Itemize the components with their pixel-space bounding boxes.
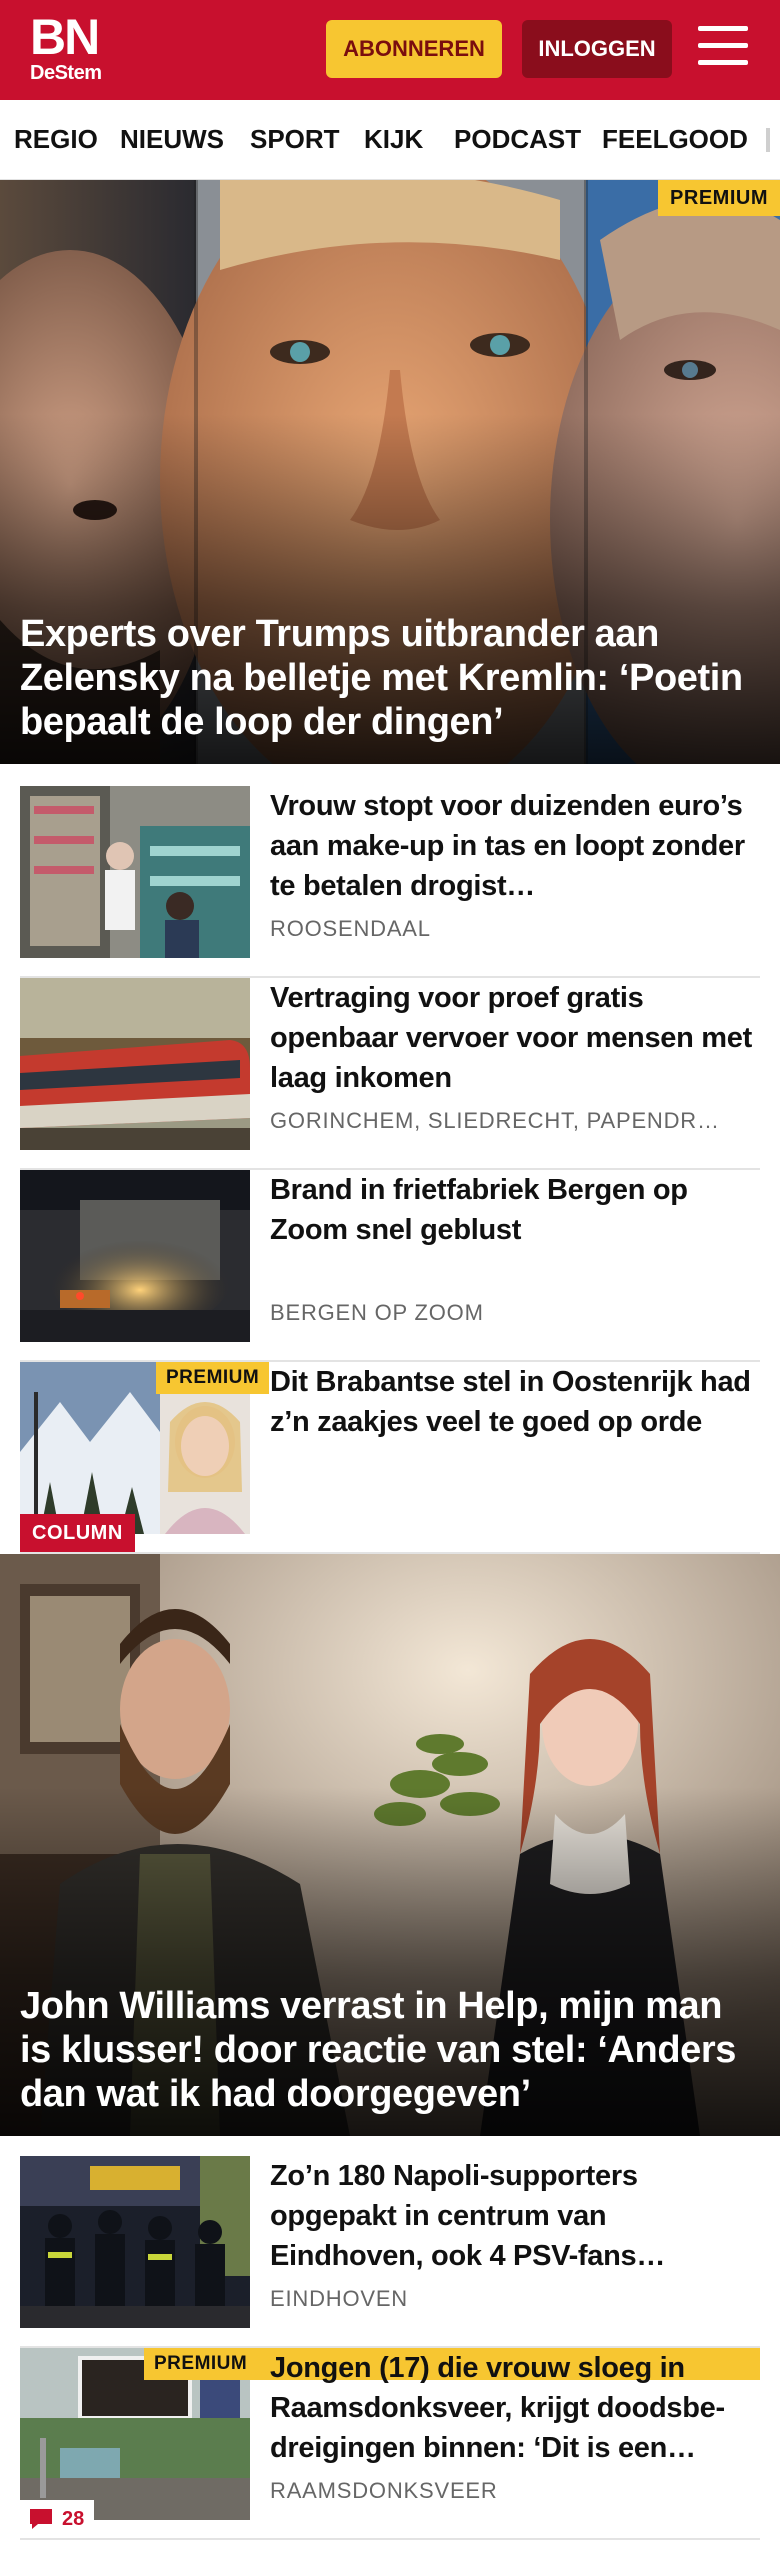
- list-item[interactable]: PREMIUM COLUMN Dit Brabantse stel in Oos…: [20, 1362, 760, 1554]
- nav-item-podcast[interactable]: PODCAST: [454, 100, 581, 179]
- nav-item-nieuws[interactable]: NIEUWS: [120, 100, 224, 179]
- comment-count: 28: [62, 2508, 85, 2530]
- article-title[interactable]: Vertraging voor proef gratis openbaar ve…: [270, 978, 760, 1098]
- login-button[interactable]: INLOGGEN: [522, 20, 672, 78]
- premium-badge: PREMIUM: [156, 1362, 270, 1394]
- nav-item-kijk[interactable]: KIJK: [364, 100, 423, 179]
- site-header: BN DeStem ABONNEREN INLOGGEN: [0, 0, 780, 100]
- section-nav: REGIO NIEUWS SPORT KIJK PODCAST FEELGOOD: [0, 100, 780, 180]
- article-location: RAAMSDONKSVEER: [270, 2478, 498, 2503]
- hero-article-video[interactable]: John Williams verrast in Help, mijn man …: [0, 1554, 780, 2136]
- article-thumbnail: [20, 2156, 250, 2328]
- nav-item-feelgood[interactable]: FEELGOOD: [602, 100, 748, 179]
- article-thumbnail: [20, 978, 250, 1150]
- article-title[interactable]: Zo’n 180 Napoli-supporters opgepakt in c…: [270, 2156, 760, 2276]
- column-badge: COLUMN: [20, 1514, 135, 1552]
- list-item[interactable]: Zo’n 180 Napoli-supporters opgepakt in c…: [20, 2156, 760, 2348]
- hero-article-top[interactable]: PREMIUM Experts over Trumps uitbrander a…: [0, 180, 780, 764]
- comment-icon: [30, 2509, 52, 2529]
- logo-sub: DeStem: [30, 62, 102, 84]
- hero-headline[interactable]: John Williams verrast in Help, mijn man …: [20, 1984, 750, 2116]
- list-item[interactable]: Vertraging voor proef gratis openbaar ve…: [20, 978, 760, 1170]
- hero-headline[interactable]: Experts over Trumps uitbrander aan Zelen…: [20, 612, 750, 744]
- article-title[interactable]: Dit Brabantse stel in Oostenrijk had z’n…: [270, 1362, 760, 1442]
- article-location: EINDHOVEN: [270, 2286, 408, 2311]
- nav-item-sport[interactable]: SPORT: [250, 100, 340, 179]
- hamburger-menu-icon[interactable]: [698, 26, 752, 72]
- logo-main: BN: [30, 9, 100, 65]
- article-title[interactable]: Jongen (17) die vrouw sloeg in Raamsdonk…: [270, 2348, 760, 2468]
- list-item[interactable]: Brand in frietfabriek Bergen op Zoom sne…: [20, 1170, 760, 1362]
- site-logo[interactable]: BN DeStem: [30, 9, 112, 88]
- nav-overflow-indicator: [766, 128, 770, 152]
- premium-badge: PREMIUM: [658, 180, 780, 216]
- article-title[interactable]: Brand in frietfabriek Bergen op Zoom sne…: [270, 1170, 760, 1250]
- article-thumbnail: [20, 786, 250, 958]
- article-location: ROOSENDAAL: [270, 916, 431, 941]
- nav-item-regio[interactable]: REGIO: [14, 100, 98, 179]
- list-item[interactable]: Vrouw stopt voor duizenden euro’s aan ma…: [20, 786, 760, 978]
- subscribe-button[interactable]: ABONNEREN: [326, 20, 502, 78]
- article-location: BERGEN OP ZOOM: [270, 1300, 484, 1325]
- article-thumbnail: [20, 1170, 250, 1342]
- article-title[interactable]: Vrouw stopt voor duizenden euro’s aan ma…: [270, 786, 760, 906]
- comment-count-badge[interactable]: 28: [20, 2500, 95, 2538]
- article-location: GORINCHEM, SLIEDRECHT, PAPENDR…: [270, 1108, 720, 1133]
- list-item[interactable]: PREMIUM 28 Jongen (17) die vrouw sloeg i…: [20, 2348, 760, 2540]
